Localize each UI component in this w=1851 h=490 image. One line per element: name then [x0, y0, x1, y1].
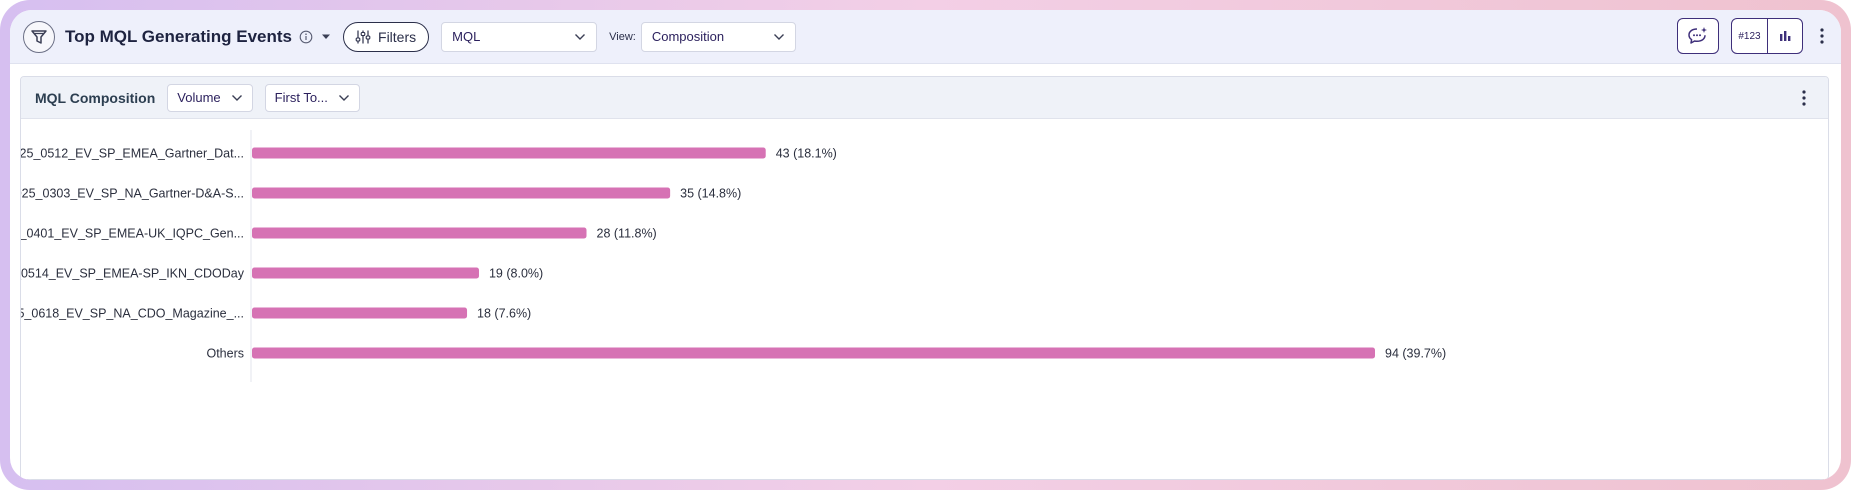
app-frame: Top MQL Generating Events Filters MQL Vi… — [0, 0, 1851, 490]
info-icon[interactable] — [299, 30, 313, 44]
caret-down-icon[interactable] — [321, 33, 331, 41]
bar[interactable] — [252, 227, 587, 239]
category-label: 2025_0303_EV_SP_NA_Gartner-D&A-S... — [21, 187, 244, 201]
bar[interactable] — [252, 267, 479, 279]
view-select[interactable]: Composition — [640, 21, 796, 52]
data-label: 28 (11.8%) — [597, 227, 657, 241]
filters-button[interactable]: Filters — [343, 21, 430, 52]
chevron-down-icon — [338, 94, 349, 101]
composition-card: MQL Composition Volume First To... 2025_… — [20, 76, 1829, 480]
widget-toolbar: Top MQL Generating Events Filters MQL Vi… — [10, 10, 1841, 64]
bar-chart: 2025_0512_EV_SP_EMEA_Gartner_Dat... 43 (1… — [21, 130, 1446, 382]
bar[interactable] — [252, 347, 1375, 359]
view-select-value: Composition — [651, 29, 725, 44]
sliders-icon — [355, 29, 371, 45]
category-label: 2025_0401_EV_SP_EMEA-UK_IQPC_Gen... — [21, 227, 244, 241]
data-label: 19 (8.0%) — [489, 267, 543, 281]
metric-select-value: MQL — [452, 29, 481, 44]
data-label: 43 (18.1%) — [776, 147, 837, 161]
bar[interactable] — [252, 307, 468, 319]
filters-label: Filters — [378, 28, 417, 45]
chat-sparkle-icon[interactable] — [1677, 18, 1719, 54]
card-header: MQL Composition Volume First To... — [21, 77, 1828, 119]
bar[interactable] — [252, 147, 766, 159]
data-label: 35 (14.8%) — [680, 187, 741, 201]
widget-panel: Top MQL Generating Events Filters MQL Vi… — [10, 10, 1841, 480]
number-view-toggle[interactable]: #123 — [1732, 19, 1767, 53]
category-label: 2025_0514_EV_SP_EMEA-SP_IKN_CDODay — [21, 267, 245, 281]
metric-select[interactable]: MQL — [441, 21, 598, 52]
display-toggle: #123 — [1731, 18, 1803, 54]
kebab-menu-icon[interactable] — [1802, 89, 1806, 112]
measure-select-value: Volume — [177, 90, 221, 105]
bar[interactable] — [252, 187, 671, 199]
toolbar-actions: #123 — [1677, 18, 1829, 54]
category-label: 2025_0618_EV_SP_NA_CDO_Magazine_... — [21, 307, 244, 321]
category-label: 2025_0512_EV_SP_EMEA_Gartner_Dat... — [21, 147, 244, 161]
bar-chart-icon[interactable] — [1767, 19, 1802, 53]
measure-select[interactable]: Volume — [167, 83, 253, 112]
kebab-menu-icon[interactable] — [1815, 27, 1829, 45]
chevron-down-icon — [773, 33, 785, 41]
funnel-icon[interactable] — [23, 20, 55, 53]
touch-select-value: First To... — [274, 90, 328, 105]
chevron-down-icon — [231, 94, 242, 101]
data-label: 94 (39.7%) — [1385, 347, 1446, 361]
chevron-down-icon — [574, 33, 586, 41]
data-label: 18 (7.6%) — [477, 307, 531, 321]
view-label: View: — [609, 30, 636, 43]
card-title: MQL Composition — [35, 89, 156, 106]
page-title: Top MQL Generating Events — [65, 26, 293, 46]
category-label: Others — [206, 347, 244, 361]
touch-model-select[interactable]: First To... — [264, 83, 360, 112]
